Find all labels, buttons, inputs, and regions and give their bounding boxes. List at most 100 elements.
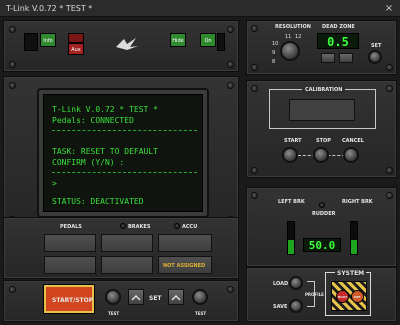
channel-slot-2[interactable] [101,234,153,252]
aux-button[interactable]: Aux [68,43,84,55]
terminal-divider [52,172,197,173]
screw-icon [386,192,393,199]
res-tick-10: 10 [272,41,279,47]
calibration-stop-label: STOP [316,138,331,144]
terminal-line-pedals: Pedals: CONNECTED [52,116,134,125]
window-title: T-Link V.0.72 * TEST * [6,4,93,13]
def-label: DEF [354,295,361,299]
terminal-line-status: STATUS: DEACTIVATED [52,197,144,206]
terminal-display: T-Link V.0.72 * TEST * Pedals: CONNECTED… [43,94,203,212]
load-knob[interactable] [289,276,303,290]
calibration-stop-knob[interactable] [313,147,329,163]
save-label: SAVE [273,304,288,310]
calibration-start-label: START [284,138,302,144]
screw-icon [251,167,258,174]
res-tick-11: 11 [285,34,292,40]
test-knob-2[interactable] [192,289,208,305]
rudder-display: 50.0 [303,238,341,252]
start-stop-label: START/STOP [52,297,94,304]
chevron-up-icon [171,294,181,301]
def-button[interactable]: DEF [351,290,364,303]
screw-icon [9,82,16,89]
pedals-led-icon [120,223,126,229]
load-label: LOAD [273,281,289,287]
calibration-start-knob[interactable] [282,147,298,163]
close-icon[interactable]: × [382,0,396,17]
calibration-label: CALIBRATION [302,87,346,93]
screw-icon [386,85,393,92]
system-plate: BOOT DEF [331,281,367,311]
screw-icon [227,26,234,33]
res-tick-9: 9 [272,50,276,56]
logo-bird-icon [116,38,138,50]
screw-icon [251,85,258,92]
right-brake-fill [351,240,357,254]
resolution-knob[interactable] [280,41,300,61]
screw-icon [251,64,258,71]
deadzone-set-knob[interactable] [368,50,382,64]
deadzone-increase-button[interactable] [339,53,353,63]
boot-button[interactable]: BOOT [336,290,349,303]
screw-icon [251,25,258,32]
calibration-cancel-label: CANCEL [342,138,364,144]
pedals-label: PEDALS [60,224,82,230]
profile-panel: LOAD SAVE PROFILE SYSTEM BOOT DEF [246,267,397,322]
terminal-divider [52,130,197,131]
screw-icon [386,167,393,174]
title-bar: T-Link V.0.72 * TEST * × [0,0,400,17]
terminal-line-version: T-Link V.0.72 * TEST * [52,105,158,114]
res-tick-8: 8 [272,59,276,65]
channel-slot-4[interactable] [44,256,96,274]
chevron-up-icon [131,294,141,301]
profile-label: PROFILE [305,292,324,297]
info-button[interactable]: Info [40,33,56,47]
test-label: TEST [108,311,120,316]
channel-slot-5[interactable] [101,256,153,274]
brakes-label: BRAKES [128,224,151,230]
set-label: SET [371,43,382,49]
hide-button[interactable]: Hide [170,33,186,47]
screw-icon [9,61,16,68]
channels-panel: PEDALS BRAKES ACCU NOT ASSIGNED [3,217,239,279]
screw-icon [9,286,16,293]
terminal-prompt: > [52,179,57,188]
terminal-line-task: TASK: RESET TO DEFAULT [52,147,158,156]
top-panel: Info Aux Hide On [3,20,239,72]
accu-label: ACCU [182,224,198,230]
terminal-line-confirm: CONFIRM (Y/N) : [52,158,125,167]
boot-label: BOOT [338,295,348,299]
screw-icon [227,286,234,293]
set-label-bottom: SET [149,295,162,302]
channel-slot-3[interactable] [158,234,212,252]
brakes-led-icon [174,223,180,229]
start-stop-button[interactable]: START/STOP [44,285,94,313]
aux-indicator-icon [68,33,84,43]
deadzone-display: 0.5 [317,33,359,49]
right-brake-label: RIGHT BRK [342,199,373,205]
on-button[interactable]: On [200,33,216,47]
save-knob[interactable] [289,299,303,313]
not-assigned-label: NOT ASSIGNED [163,263,206,269]
screw-icon [9,26,16,33]
screw-icon [386,64,393,71]
left-brake-bar [287,221,295,255]
calibration-cancel-knob[interactable] [343,147,359,163]
terminal-panel: T-Link V.0.72 * TEST * Pedals: CONNECTED… [3,76,239,228]
calibration-panel: CALIBRATION START STOP CANCEL [246,80,397,178]
rudder-label: RUDDER [312,211,336,217]
up-button-2[interactable] [168,289,184,305]
test-label-2: TEST [195,311,207,316]
rudder-led-icon [319,202,325,208]
channel-slot-1[interactable] [44,234,96,252]
deadzone-decrease-button[interactable] [321,53,335,63]
screw-icon [227,82,234,89]
deadzone-label: DEAD ZONE [322,24,355,30]
up-button[interactable] [128,289,144,305]
channel-slot-not-assigned[interactable]: NOT ASSIGNED [158,256,212,274]
brakes-panel: LEFT BRK RIGHT BRK RUDDER 50.0 [246,187,397,267]
info-toggle-icon [24,33,38,51]
calibration-display [289,99,355,121]
test-knob[interactable] [105,289,121,305]
screw-icon [251,192,258,199]
res-tick-12: 12 [295,34,302,40]
